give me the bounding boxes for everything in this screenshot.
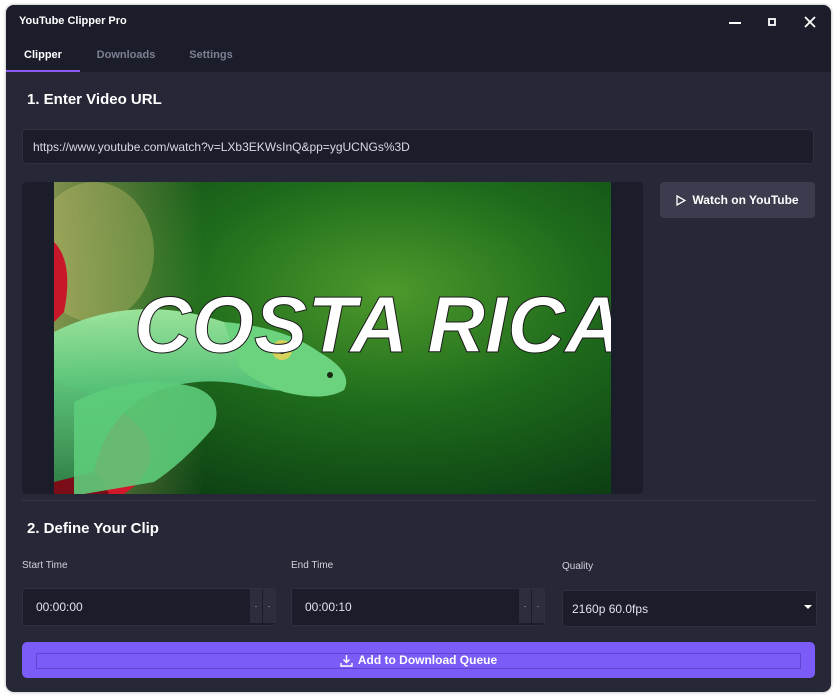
end-time-label: End Time bbox=[291, 560, 334, 571]
maximize-icon bbox=[768, 17, 776, 26]
download-icon bbox=[340, 654, 353, 667]
watch-on-youtube-button[interactable]: Watch on YouTube bbox=[660, 182, 815, 218]
minimize-icon bbox=[729, 21, 741, 24]
play-icon bbox=[676, 194, 687, 206]
section-title-url: 1. Enter Video URL bbox=[27, 91, 162, 108]
thumbnail-image: COSTA RICA bbox=[54, 182, 611, 494]
tab-bar: Clipper Downloads Settings bbox=[6, 38, 831, 72]
watch-on-youtube-label: Watch on YouTube bbox=[692, 193, 799, 207]
end-time-value: 00:00:10 bbox=[305, 600, 352, 614]
section-title-clip: 2. Define Your Clip bbox=[27, 520, 159, 537]
close-icon bbox=[804, 15, 816, 28]
app-title: YouTube Clipper Pro bbox=[19, 15, 127, 27]
start-time-input[interactable]: 00:00:00 · · bbox=[22, 588, 276, 626]
start-time-increment[interactable]: · bbox=[262, 589, 275, 623]
add-to-queue-label: Add to Download Queue bbox=[357, 653, 498, 667]
thumbnail-title: COSTA RICA bbox=[134, 280, 611, 369]
tab-clipper-label: Clipper bbox=[24, 49, 62, 61]
video-preview-panel: COSTA RICA bbox=[22, 182, 643, 494]
start-time-label: Start Time bbox=[22, 560, 68, 571]
tab-downloads-label: Downloads bbox=[96, 49, 156, 61]
end-time-input[interactable]: 00:00:10 · · bbox=[291, 588, 545, 626]
add-to-queue-button[interactable]: Add to Download Queue bbox=[22, 642, 815, 678]
minimize-button[interactable] bbox=[716, 5, 754, 38]
video-thumbnail[interactable]: COSTA RICA bbox=[54, 182, 611, 494]
tab-clipper[interactable]: Clipper bbox=[6, 38, 80, 72]
end-time-increment[interactable]: · bbox=[531, 589, 544, 623]
end-time-decrement[interactable]: · bbox=[518, 589, 531, 623]
quality-label: Quality bbox=[562, 561, 594, 572]
tab-settings-label: Settings bbox=[189, 49, 233, 61]
title-bar: YouTube Clipper Pro bbox=[6, 5, 831, 38]
app-window: YouTube Clipper Pro Clipper Downloads Se… bbox=[6, 5, 831, 692]
chevron-down-icon bbox=[804, 605, 812, 609]
close-button[interactable] bbox=[791, 5, 829, 38]
start-time-decrement[interactable]: · bbox=[249, 589, 262, 623]
video-url-input[interactable] bbox=[22, 129, 814, 164]
tab-downloads[interactable]: Downloads bbox=[90, 38, 162, 72]
active-tab-indicator bbox=[6, 70, 80, 72]
section-divider bbox=[22, 500, 815, 501]
maximize-button[interactable] bbox=[753, 5, 791, 38]
quality-select[interactable]: 2160p 60.0fps bbox=[562, 590, 817, 627]
start-time-value: 00:00:00 bbox=[36, 600, 83, 614]
tab-settings[interactable]: Settings bbox=[176, 38, 246, 72]
quality-value: 2160p 60.0fps bbox=[572, 602, 649, 616]
